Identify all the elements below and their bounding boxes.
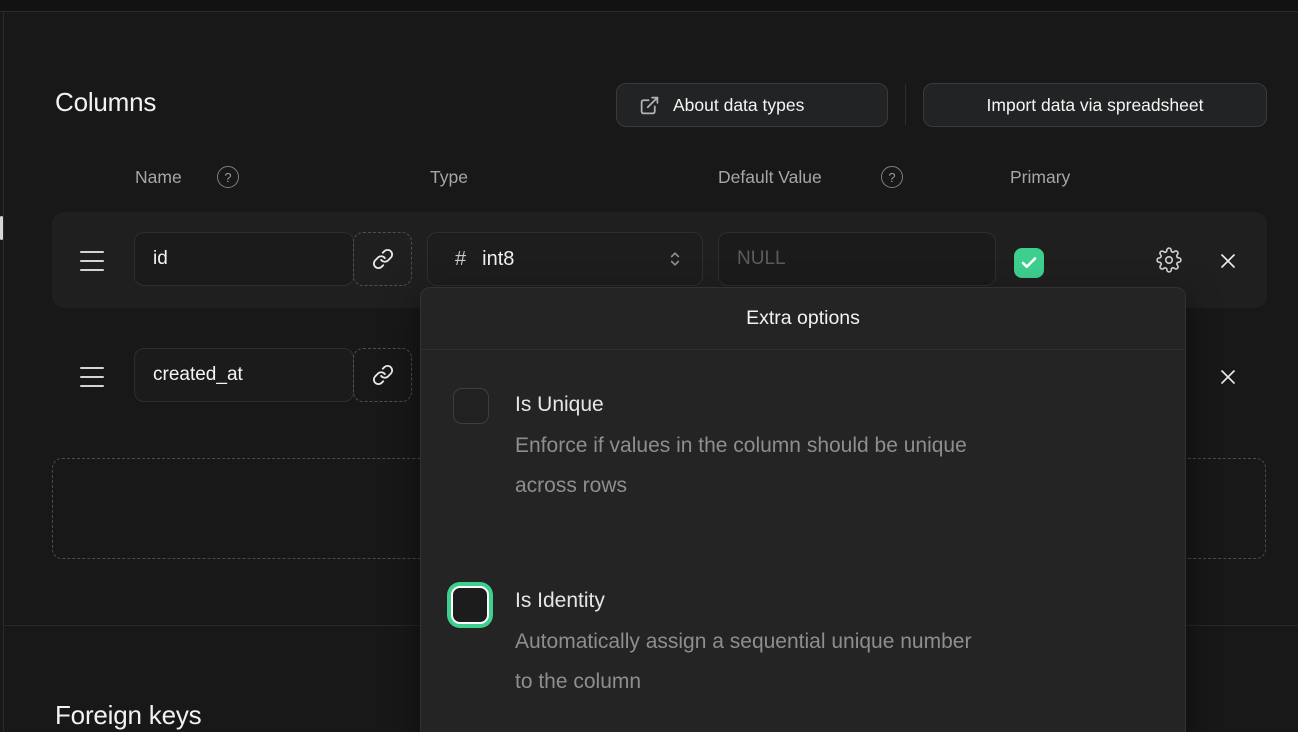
header-primary: Primary [1010, 167, 1070, 188]
drag-handle-icon[interactable] [80, 367, 104, 387]
about-data-types-label: About data types [673, 95, 804, 116]
panel-left-border [3, 12, 4, 732]
close-icon[interactable] [1216, 249, 1240, 273]
top-edge-strip [0, 0, 1298, 12]
is-unique-description: Enforce if values in the column should b… [515, 426, 993, 506]
header-type: Type [430, 167, 468, 188]
panel-resize-handle[interactable] [0, 216, 3, 240]
column-default-value-input[interactable] [718, 232, 996, 286]
header-default-value: Default Value [718, 167, 822, 188]
columns-section-title: Columns [55, 87, 156, 118]
is-identity-description: Automatically assign a sequential unique… [515, 622, 993, 702]
import-data-button[interactable]: Import data via spreadsheet [923, 83, 1267, 127]
foreign-keys-section-title: Foreign keys [55, 700, 201, 731]
column-type-value: int8 [482, 248, 665, 271]
column-name-input[interactable] [134, 232, 354, 286]
import-data-label: Import data via spreadsheet [987, 95, 1204, 116]
popover-header: Extra options [421, 288, 1185, 350]
help-circle-icon[interactable]: ? [217, 166, 239, 188]
is-unique-label: Is Unique [515, 388, 993, 422]
option-is-identity: Is Identity Automatically assign a seque… [451, 584, 993, 702]
table-editor-panel: Columns About data types Import data via… [0, 0, 1298, 732]
extra-options-popover: Extra options Is Unique Enforce if value… [420, 287, 1186, 732]
hash-icon: # [455, 248, 466, 271]
is-unique-checkbox[interactable] [453, 388, 489, 424]
button-divider [905, 84, 906, 125]
column-name-input[interactable] [134, 348, 354, 402]
external-link-icon [639, 95, 660, 116]
chevrons-up-down-icon [665, 249, 685, 269]
popover-title: Extra options [746, 307, 860, 330]
header-name: Name [135, 167, 182, 188]
about-data-types-button[interactable]: About data types [616, 83, 888, 127]
drag-handle-icon[interactable] [80, 251, 104, 271]
primary-checkbox[interactable] [1014, 248, 1044, 278]
close-icon[interactable] [1216, 365, 1240, 389]
gear-icon[interactable] [1156, 247, 1182, 273]
column-type-select[interactable]: # int8 [427, 232, 703, 286]
link-icon[interactable] [353, 348, 412, 402]
option-is-unique: Is Unique Enforce if values in the colum… [453, 388, 993, 506]
help-circle-icon[interactable]: ? [881, 166, 903, 188]
check-icon [1020, 254, 1038, 272]
is-identity-label: Is Identity [515, 584, 993, 618]
link-icon[interactable] [353, 232, 412, 286]
is-identity-checkbox[interactable] [451, 586, 489, 624]
